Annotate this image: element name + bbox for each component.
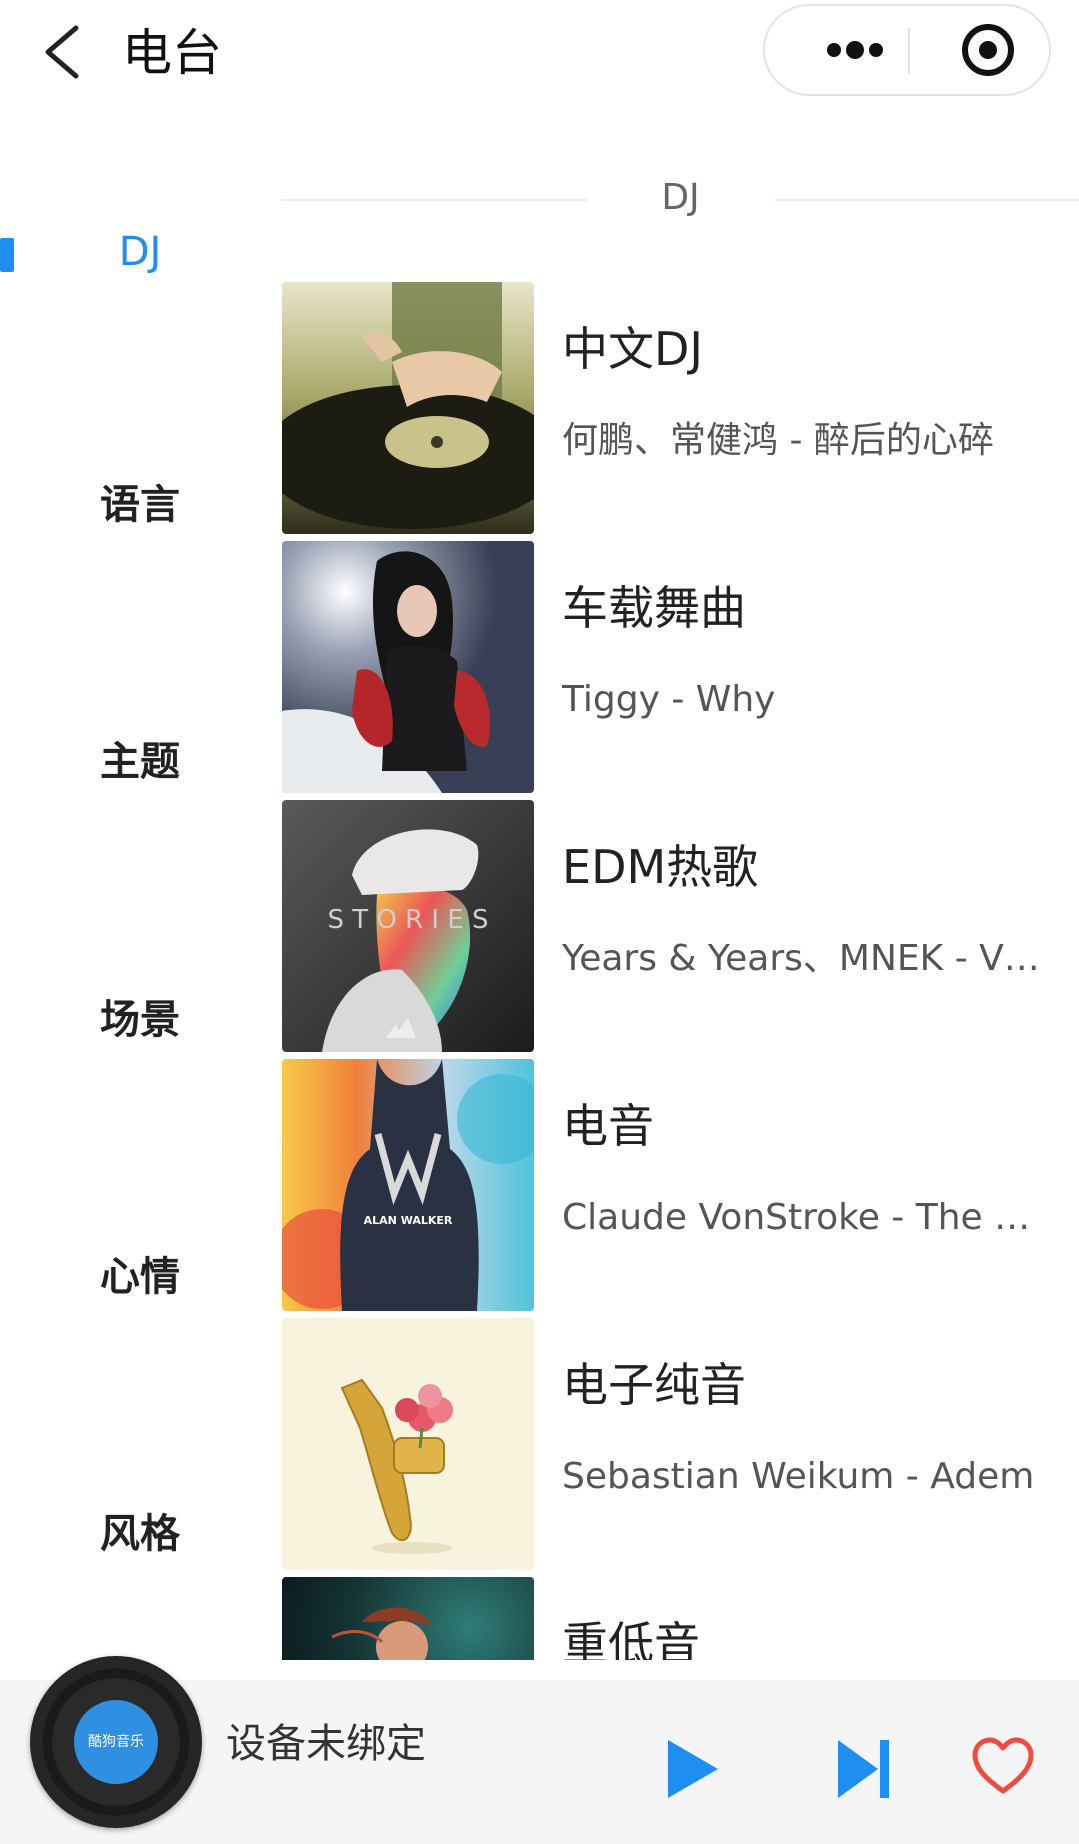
station-title: 中文DJ xyxy=(562,322,703,376)
station-cover-image xyxy=(282,1318,534,1570)
vinyl-disc[interactable]: 酷狗音乐 xyxy=(30,1656,202,1828)
cover-caption: ALAN WALKER xyxy=(364,1214,453,1227)
station-subtitle: Sebastian Weikum - Adem xyxy=(562,1456,1035,1497)
play-icon[interactable] xyxy=(662,1736,722,1802)
disc-label: 酷狗音乐 xyxy=(74,1700,158,1784)
section-divider-left xyxy=(282,199,587,201)
station-title: EDM热歌 xyxy=(562,840,759,894)
section-header: DJ xyxy=(282,170,1079,230)
station-list: DJ 中文DJ 何鹏、常健鸿 - 醉后的心碎 车载舞曲 Tiggy - Why … xyxy=(0,0,1079,1660)
station-cover-image: S T O R I E S xyxy=(282,800,534,1052)
station-row[interactable]: 车载舞曲 Tiggy - Why xyxy=(282,541,1072,793)
player-status-text: 设备未绑定 xyxy=(226,1721,426,1767)
station-cover-image xyxy=(282,282,534,534)
station-row[interactable]: 中文DJ 何鹏、常健鸿 - 醉后的心碎 xyxy=(282,282,1072,534)
station-subtitle: 何鹏、常健鸿 - 醉后的心碎 xyxy=(562,420,994,461)
station-row[interactable]: 电子纯音 Sebastian Weikum - Adem xyxy=(282,1318,1072,1570)
mini-player-bar: 酷狗音乐 设备未绑定 xyxy=(0,1656,1079,1844)
station-row[interactable]: S T O R I E S EDM热歌 Years & Years、MNEK -… xyxy=(282,800,1072,1052)
station-row[interactable]: 重低音 xyxy=(282,1577,1072,1660)
section-title: DJ xyxy=(661,177,700,218)
station-subtitle: Claude VonStroke - The … xyxy=(562,1197,1031,1238)
station-subtitle: Years & Years、MNEK - V… xyxy=(562,938,1040,979)
station-cover-image xyxy=(282,541,534,793)
station-title: 电音 xyxy=(562,1099,654,1153)
station-subtitle: Tiggy - Why xyxy=(562,679,776,720)
station-cover-image: ALAN WALKER xyxy=(282,1059,534,1311)
station-cover-image xyxy=(282,1577,534,1660)
station-row[interactable]: ALAN WALKER 电音 Claude VonStroke - The … xyxy=(282,1059,1072,1311)
cover-caption: S T O R I E S xyxy=(327,905,488,935)
station-title: 车载舞曲 xyxy=(562,581,746,635)
skip-next-icon[interactable] xyxy=(834,1736,894,1802)
station-title: 电子纯音 xyxy=(562,1358,746,1412)
heart-icon[interactable] xyxy=(972,1736,1034,1798)
station-title: 重低音 xyxy=(562,1617,700,1660)
section-divider-right xyxy=(774,199,1079,201)
